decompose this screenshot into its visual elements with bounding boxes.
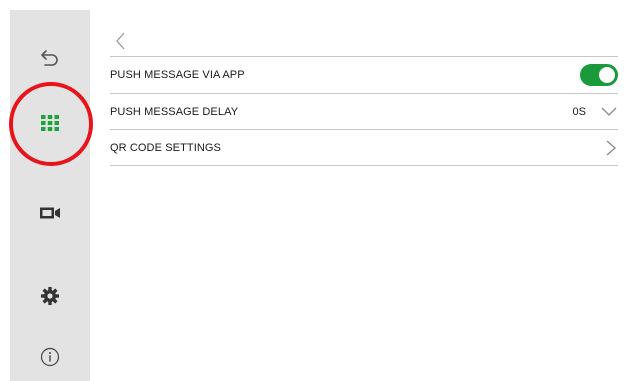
chevron-left-icon [116,32,125,50]
sidebar-item-video[interactable] [10,193,90,233]
sidebar-item-apps[interactable] [10,103,90,143]
setting-label: PUSH MESSAGE DELAY [110,105,239,118]
info-icon [40,347,60,367]
back-arrow-icon [41,50,58,66]
setting-label: PUSH MESSAGE VIA APP [110,68,245,81]
video-camera-icon [40,207,60,219]
setting-control [580,57,618,92]
settings-panel: PUSH MESSAGE VIA APP PUSH MESSAGE DELAY … [90,0,632,381]
toggle-knob [599,66,615,83]
setting-control [604,130,618,165]
sidebar-item-settings[interactable] [10,276,90,316]
chevron-right-icon[interactable] [604,139,618,157]
sidebar-back-button[interactable] [10,38,90,78]
setting-row-qr-code[interactable]: QR CODE SETTINGS [110,129,618,165]
sidebar [10,10,90,381]
setting-row-push-delay[interactable]: PUSH MESSAGE DELAY 0S [110,93,618,129]
setting-control: 0S [573,94,618,129]
setting-row-push-app[interactable]: PUSH MESSAGE VIA APP [110,56,618,92]
setting-label: QR CODE SETTINGS [110,141,221,154]
divider [110,165,618,166]
apps-grid-icon [41,115,59,131]
chevron-down-icon[interactable] [600,106,618,118]
push-message-toggle[interactable] [580,63,618,86]
gear-icon [41,287,59,305]
sidebar-item-info[interactable] [10,337,90,377]
back-button[interactable] [110,30,134,52]
delay-value: 0S [572,105,586,118]
